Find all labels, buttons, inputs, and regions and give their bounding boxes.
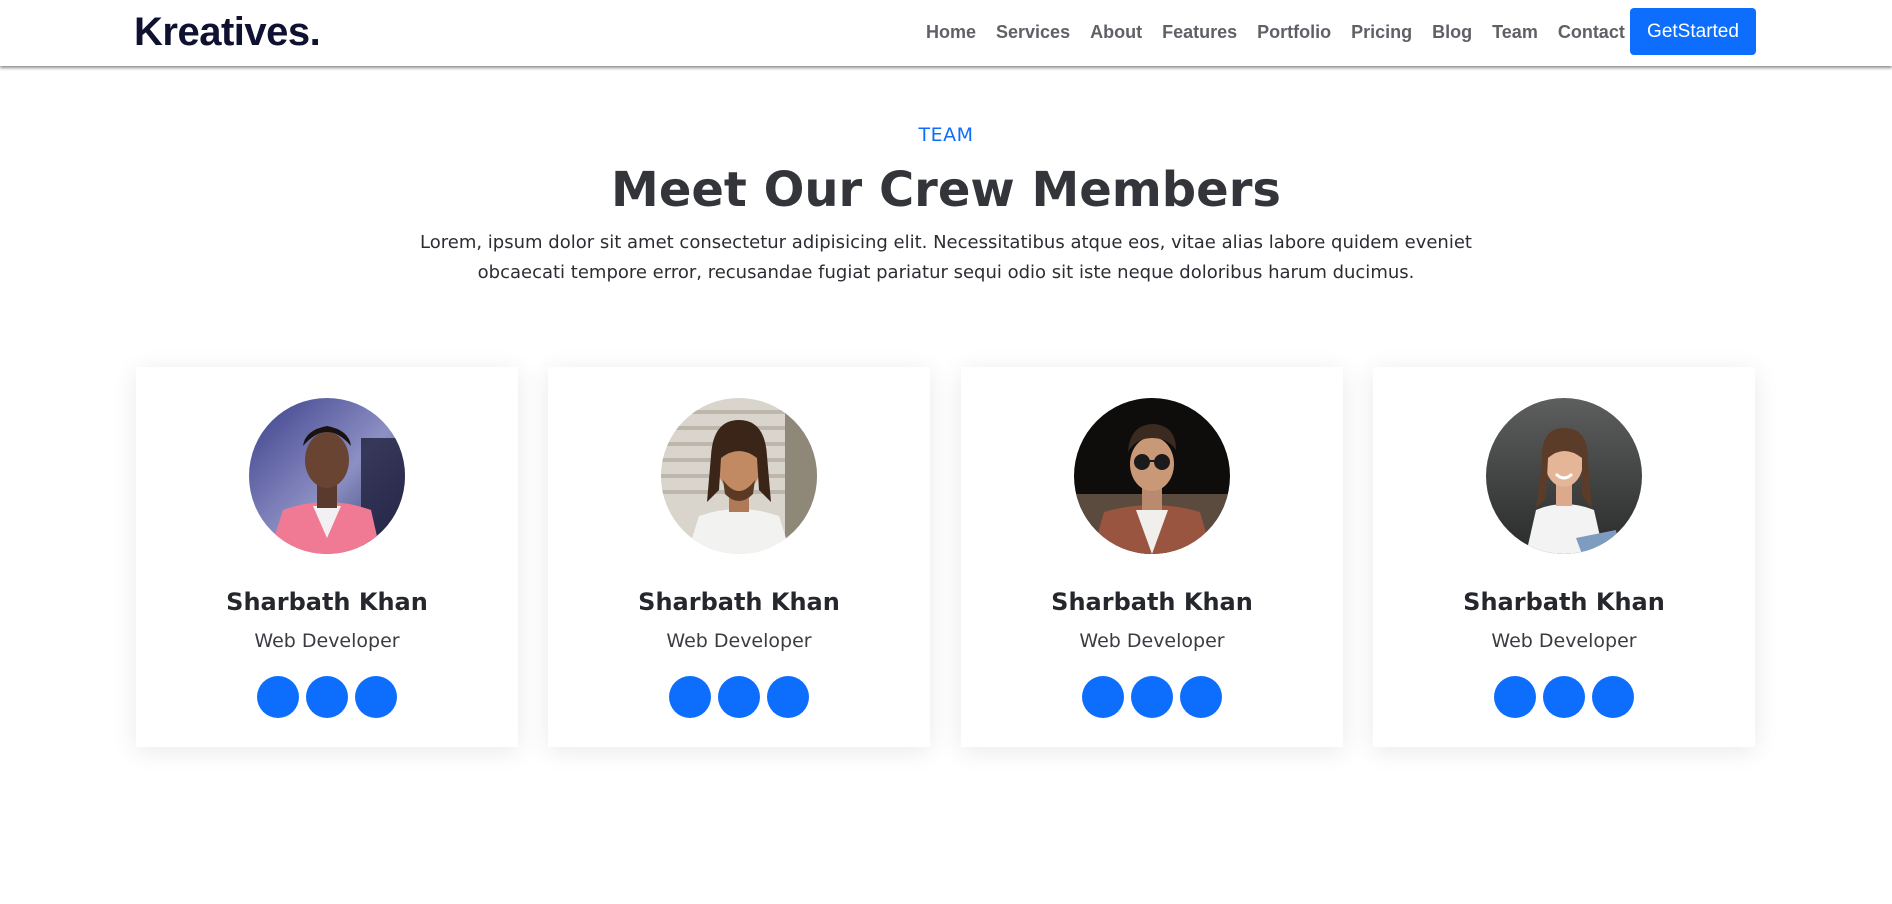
social-link-icon[interactable] [257,676,299,718]
section-description: Lorem, ipsum dolor sit amet consectetur … [420,232,1472,283]
social-link-icon[interactable] [1180,676,1222,718]
social-links [548,676,930,718]
section-title: Meet Our Crew Members [611,162,1281,218]
social-link-icon[interactable] [1543,676,1585,718]
member-avatar [1486,398,1642,554]
member-name: Sharbath Khan [226,588,428,616]
nav-link-features[interactable]: Features [1162,20,1237,44]
social-link-icon[interactable] [669,676,711,718]
member-avatar [1074,398,1230,554]
social-link-icon[interactable] [355,676,397,718]
member-role: Web Developer [254,630,400,652]
member-name: Sharbath Khan [638,588,840,616]
nav-link-pricing[interactable]: Pricing [1351,20,1412,44]
member-avatar [661,398,817,554]
nav-link-blog[interactable]: Blog [1432,20,1472,44]
section-eyebrow: TEAM [918,124,974,146]
nav-link-home[interactable]: Home [926,20,976,44]
social-link-icon[interactable] [306,676,348,718]
nav-link-team[interactable]: Team [1492,20,1538,44]
brand-logo[interactable]: Kreatives. [134,8,321,56]
team-card: Sharbath Khan Web Developer [548,367,930,747]
social-link-icon[interactable] [1082,676,1124,718]
member-name: Sharbath Khan [1051,588,1253,616]
nav-link-services[interactable]: Services [996,20,1070,44]
social-link-icon[interactable] [1131,676,1173,718]
social-link-icon[interactable] [1592,676,1634,718]
social-link-icon[interactable] [718,676,760,718]
member-role: Web Developer [1491,630,1637,652]
social-link-icon[interactable] [767,676,809,718]
member-name: Sharbath Khan [1463,588,1665,616]
member-role: Web Developer [666,630,812,652]
member-avatar [249,398,405,554]
nav-link-about[interactable]: About [1090,20,1142,44]
nav-link-contact[interactable]: Contact [1558,20,1625,44]
social-links [961,676,1343,718]
social-links [136,676,518,718]
get-started-button[interactable]: GetStarted [1630,8,1756,55]
member-role: Web Developer [1079,630,1225,652]
site-header: Kreatives. Home Services About Features … [0,0,1892,66]
team-card: Sharbath Khan Web Developer [961,367,1343,747]
team-card: Sharbath Khan Web Developer [1373,367,1755,747]
social-link-icon[interactable] [1494,676,1536,718]
social-links [1373,676,1755,718]
team-card: Sharbath Khan Web Developer [136,367,518,747]
main-nav: Home Services About Features Portfolio P… [926,20,1645,44]
nav-link-portfolio[interactable]: Portfolio [1257,20,1331,44]
